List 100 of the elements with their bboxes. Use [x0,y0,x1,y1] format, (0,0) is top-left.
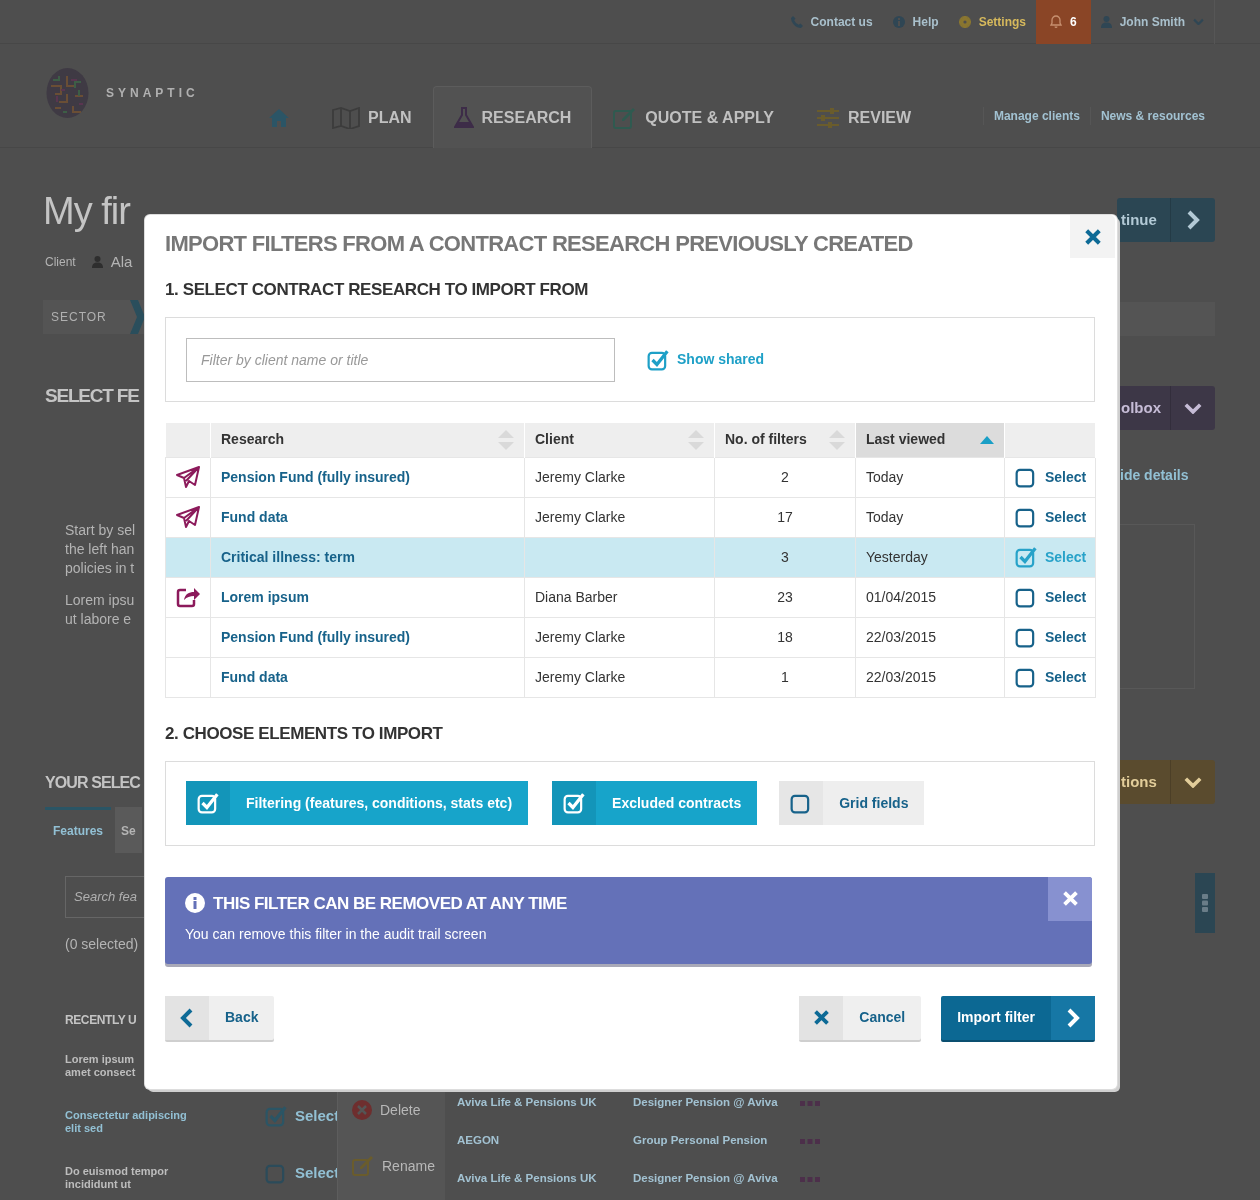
table-cell: Today [866,508,904,525]
dialog-title: IMPORT FILTERS FROM A CONTRACT RESEARCH PREVIOUSLY CREATED [165,230,914,257]
step-heading: 2. CHOOSE ELEMENTS TO IMPORT [165,722,444,745]
checkbox[interactable] [1015,666,1037,688]
product-name: Group Personal Pension [633,1133,769,1149]
flask-icon [453,106,474,129]
selected-count: (0 selected) [65,934,140,954]
header-link[interactable]: News & resources [1089,107,1215,125]
alert-text: You can remove this filter in the audit trail screen [185,925,488,944]
table-cell: 17 [777,508,793,525]
table-cell: 18 [777,628,793,645]
table-cell: 2 [781,468,789,485]
info-icon [185,893,205,914]
table-cell: 3 [781,548,789,565]
nav-tab[interactable]: PLAN [311,86,433,148]
menu-item[interactable]: Rename [352,1154,445,1178]
search-field[interactable]: Search fea [65,875,145,918]
page-title: My fir [43,189,132,234]
research-link[interactable]: Lorem ipsum [221,588,309,605]
brain-icon [45,65,90,121]
recent-item[interactable]: Do euismod tempor incididunt ut [65,1164,169,1191]
import-button[interactable]: Import filter [941,995,1095,1040]
info-icon [892,15,905,28]
toolbox-button[interactable]: olbox [1117,386,1215,430]
tab[interactable]: Se [115,806,142,853]
nav-tab[interactable]: REVIEW [795,86,933,148]
table-cell: Jeremy Clarke [535,508,626,525]
menu-item[interactable]: Delete [352,1098,445,1122]
more-icon [800,1100,820,1106]
checkbox[interactable] [1015,506,1037,528]
kebab-icon [1202,894,1208,912]
intro-text: Start by sel the left han policies in t [65,520,137,578]
more-options-button[interactable] [1195,873,1215,933]
checkbox[interactable] [265,1162,287,1184]
table-cell: 01/04/2015 [866,588,937,605]
top-bar-link[interactable]: Help [882,0,949,44]
select-link[interactable]: Select [295,1104,340,1128]
chevron-right-icon [1186,210,1200,230]
toggle-button[interactable]: Filtering (features, conditions, stats etc) [186,781,529,825]
research-link[interactable]: Fund data [221,508,288,525]
checkbox[interactable] [647,348,669,371]
chevron-down-icon [1193,17,1204,26]
phone-icon [790,15,803,28]
edit-icon [613,106,638,129]
table-cell: Today [866,468,904,485]
cancel-button[interactable]: Cancel [799,995,922,1040]
arrow-tab-icon [130,300,145,334]
logo-text: SYNAPTIC [106,85,199,102]
user-icon [1100,15,1112,28]
close-icon [1061,890,1079,907]
table-cell: Jeremy Clarke [535,668,626,685]
close-button[interactable] [1048,876,1092,921]
close-icon [1083,227,1102,246]
checkbox[interactable] [265,1105,287,1127]
chevron-down-icon [1184,775,1202,789]
bell-icon [1049,15,1062,28]
step-heading: 1. SELECT CONTRACT RESEARCH TO IMPORT FROM [165,279,589,301]
alert-title: THIS FILTER CAN BE REMOVED AT ANY TIME [213,892,567,915]
table-cell: 1 [781,668,789,685]
top-bar-link[interactable]: Settings [948,0,1036,44]
user-menu[interactable]: John Smith [1090,0,1215,44]
toggle-button[interactable]: Grid fields [779,781,925,825]
continue-button[interactable]: tinue [1117,198,1215,242]
research-link[interactable]: Fund data [221,668,288,685]
sliders-icon [816,107,840,128]
recent-link[interactable]: Consectetur adipiscing elit sed [65,1108,187,1135]
toggle-button[interactable]: Excluded contracts [552,781,758,825]
tab[interactable]: Features [45,806,112,853]
checkbox-icon[interactable] [563,792,586,814]
top-bar-link[interactable]: Contact us [780,0,883,44]
recent-item[interactable]: Lorem ipsum amet consect [65,1052,136,1079]
hide-details-link[interactable]: ide details [1117,465,1215,486]
checkbox[interactable] [1015,546,1037,568]
nav-tab[interactable]: RESEARCH [432,86,593,148]
table-cell: Jeremy Clarke [535,468,626,485]
provider-name: Aviva Life & Pensions UK [457,1171,598,1187]
paper-plane-icon [176,506,200,528]
filter-field[interactable]: Filter by client name or title [186,337,615,382]
checkbox[interactable] [1015,626,1037,648]
section-heading: SELECT FE [45,384,141,408]
select-link[interactable]: Select [295,1161,340,1185]
column-header[interactable]: Research [221,429,285,451]
close-button[interactable] [1070,215,1115,258]
table-cell: 23 [777,588,793,605]
checkbox[interactable] [1015,586,1037,608]
options-button[interactable]: tions [1117,760,1215,804]
provider-name: Aviva Life & Pensions UK [457,1095,598,1111]
gear-icon [958,15,971,28]
checkbox[interactable] [1015,466,1037,488]
checkbox-label: Show shared [677,350,765,369]
nav-tab[interactable]: QUOTE & APPLY [592,86,795,148]
paper-plane-icon [176,466,200,488]
user-icon [91,256,103,268]
column-header[interactable]: Client [535,429,574,451]
research-link[interactable]: Critical illness: term [221,548,355,565]
checkbox-icon[interactable] [197,792,219,814]
client-name: Ala [110,251,133,272]
notifications-button[interactable]: 6 [1035,0,1091,44]
back-button[interactable]: Back [165,995,275,1040]
header-link[interactable]: Manage clients [982,107,1090,125]
